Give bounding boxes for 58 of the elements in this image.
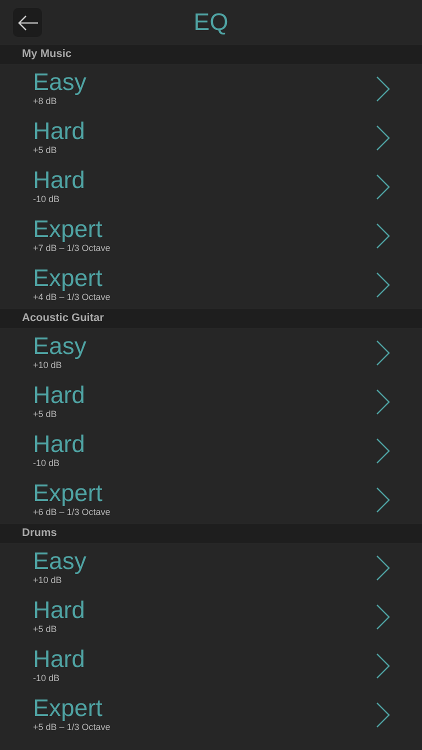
preset-subtitle: -10 dB bbox=[33, 458, 61, 469]
chevron-right-icon bbox=[376, 604, 390, 630]
preset-row[interactable]: Hard +5 dB bbox=[0, 377, 422, 426]
chevron-right-icon bbox=[376, 174, 390, 200]
back-button[interactable] bbox=[13, 8, 42, 37]
section-header: My Music bbox=[0, 45, 422, 64]
preset-title: Expert bbox=[33, 217, 104, 243]
section-header: Drums bbox=[0, 524, 422, 543]
preset-row[interactable]: Expert +5 dB – 1/3 Octave bbox=[0, 690, 422, 739]
preset-subtitle: +5 dB bbox=[33, 624, 58, 635]
chevron-right-icon bbox=[376, 486, 390, 512]
preset-row[interactable]: Expert +4 dB – 1/3 Octave bbox=[0, 260, 422, 309]
preset-row[interactable]: Hard -10 dB bbox=[0, 426, 422, 475]
preset-title: Easy bbox=[33, 549, 86, 575]
preset-title: Expert bbox=[33, 481, 104, 507]
preset-row[interactable]: Hard +5 dB bbox=[0, 113, 422, 162]
preset-subtitle: +10 dB bbox=[33, 575, 63, 586]
preset-title: Expert bbox=[33, 696, 104, 722]
chevron-right-icon bbox=[376, 652, 390, 678]
preset-row[interactable]: Expert +7 dB – 1/3 Octave bbox=[0, 211, 422, 260]
preset-row[interactable]: Hard -10 dB bbox=[0, 162, 422, 211]
preset-subtitle: +5 dB bbox=[33, 145, 58, 156]
preset-title: Easy bbox=[33, 334, 86, 360]
preset-title: Hard bbox=[33, 168, 86, 194]
preset-row[interactable]: Easy +10 dB bbox=[0, 543, 422, 592]
preset-subtitle: -10 dB bbox=[33, 673, 61, 684]
preset-subtitle: +6 dB – 1/3 Octave bbox=[33, 507, 110, 518]
preset-title: Easy bbox=[33, 70, 86, 96]
chevron-right-icon bbox=[376, 222, 390, 248]
chevron-right-icon bbox=[376, 272, 390, 298]
preset-row[interactable]: Expert +6 dB – 1/3 Octave bbox=[0, 475, 422, 524]
chevron-right-icon bbox=[376, 438, 390, 464]
section-header: Acoustic Guitar bbox=[0, 309, 422, 328]
preset-title: Hard bbox=[33, 119, 86, 145]
preset-subtitle: +5 dB – 1/3 Octave bbox=[33, 722, 110, 733]
preset-subtitle: +10 dB bbox=[33, 360, 63, 371]
preset-subtitle: +5 dB bbox=[33, 409, 58, 420]
preset-row[interactable]: Easy +8 dB bbox=[0, 64, 422, 113]
preset-title: Hard bbox=[33, 647, 86, 673]
preset-title: Hard bbox=[33, 598, 86, 624]
preset-subtitle: +4 dB – 1/3 Octave bbox=[33, 292, 110, 303]
preset-title: Hard bbox=[33, 383, 86, 409]
preset-subtitle: +8 dB bbox=[33, 96, 58, 107]
back-arrow-icon bbox=[16, 14, 38, 30]
preset-row[interactable]: Hard +5 dB bbox=[0, 592, 422, 641]
screen-title: EQ bbox=[194, 8, 228, 36]
preset-row[interactable]: Hard -10 dB bbox=[0, 641, 422, 690]
chevron-right-icon bbox=[376, 388, 390, 414]
preset-title: Hard bbox=[33, 432, 86, 458]
chevron-right-icon bbox=[376, 340, 390, 366]
preset-row[interactable]: Easy +10 dB bbox=[0, 328, 422, 377]
chevron-right-icon bbox=[376, 124, 390, 150]
chevron-right-icon bbox=[376, 702, 390, 728]
chevron-right-icon bbox=[376, 554, 390, 580]
preset-subtitle: +7 dB – 1/3 Octave bbox=[33, 243, 110, 254]
chevron-right-icon bbox=[376, 76, 390, 102]
preset-title: Expert bbox=[33, 266, 104, 292]
preset-subtitle: -10 dB bbox=[33, 194, 61, 205]
